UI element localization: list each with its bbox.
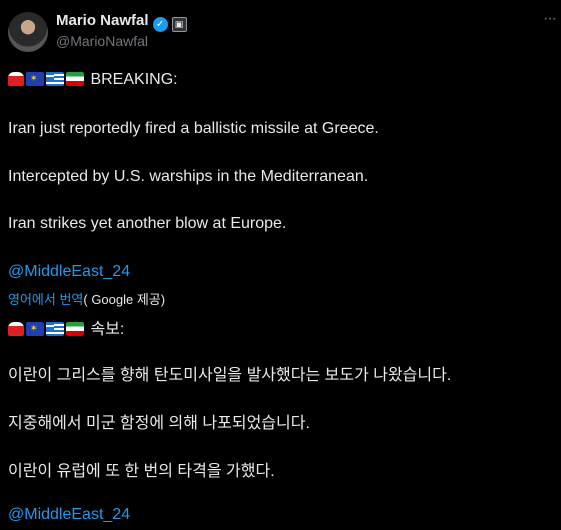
avatar[interactable] xyxy=(8,12,48,52)
siren-emoji-icon xyxy=(8,322,24,336)
verified-badge-icon: ✓ xyxy=(152,17,168,32)
author-handle[interactable]: @MarioNawfal xyxy=(56,33,148,49)
iran-flag-icon xyxy=(66,322,84,336)
more-options-icon[interactable]: ··· xyxy=(543,10,557,28)
eu-flag-icon xyxy=(26,322,44,336)
eu-flag-icon xyxy=(26,72,44,86)
translated-mention-link[interactable]: @MiddleEast_24 xyxy=(8,506,130,524)
tweet-line-3: Iran strikes yet another blow at Europe. xyxy=(8,215,287,232)
tweet-mention-link[interactable]: @MiddleEast_24 xyxy=(8,263,130,281)
affiliation-badge-icon[interactable]: ▣ xyxy=(171,17,187,32)
greece-flag-icon xyxy=(46,322,64,336)
translated-line-1: 이란이 그리스를 향해 탄도미사일을 발사했다는 보도가 나왔습니다. xyxy=(8,367,452,384)
translated-heading-line: 속보: xyxy=(8,315,124,339)
tweet-line-2: Intercepted by U.S. warships in the Medi… xyxy=(8,168,369,185)
tweet-heading: BREAKING: xyxy=(90,71,178,88)
tweet-line-1: Iran just reportedly fired a ballistic m… xyxy=(8,120,379,137)
author-name-row[interactable]: Mario Nawfal ✓ ▣ xyxy=(56,12,187,32)
translation-link[interactable]: 영어에서 번역 xyxy=(8,292,83,307)
translated-heading: 속보: xyxy=(90,321,125,338)
tweet-heading-line: BREAKING: xyxy=(8,71,178,89)
author-name[interactable]: Mario Nawfal xyxy=(56,12,149,29)
siren-emoji-icon xyxy=(8,72,24,86)
translation-provider: ( Google 제공) xyxy=(83,292,166,307)
translated-line-3: 이란이 유럽에 또 한 번의 타격을 가했다. xyxy=(8,463,275,480)
iran-flag-icon xyxy=(66,72,84,86)
translation-attribution[interactable]: 영어에서 번역( Google 제공) xyxy=(8,289,165,308)
translated-line-2: 지중해에서 미군 함정에 의해 나포되었습니다. xyxy=(8,415,310,432)
greece-flag-icon xyxy=(46,72,64,86)
